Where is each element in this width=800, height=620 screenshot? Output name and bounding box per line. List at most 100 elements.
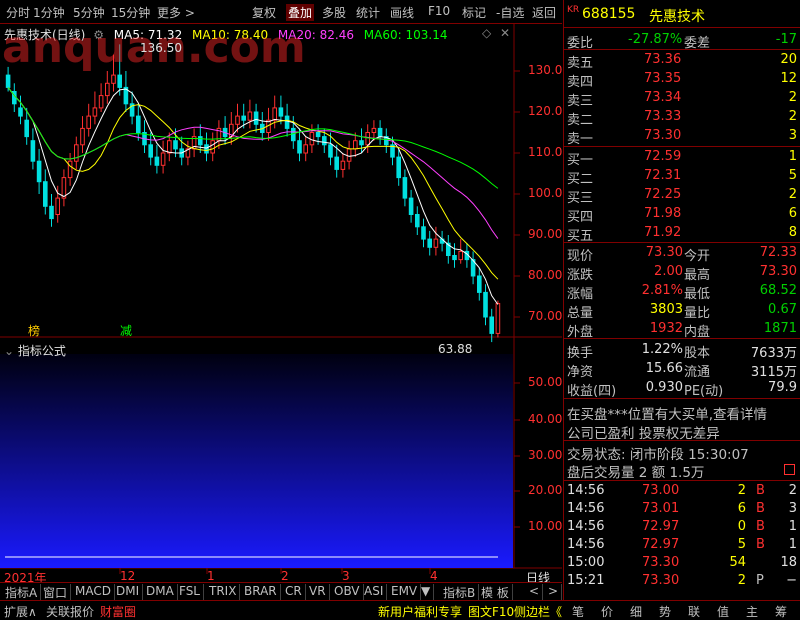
indicator-tab[interactable]: > xyxy=(545,584,563,600)
quote-value: 73.30 xyxy=(645,245,683,260)
candle-body xyxy=(173,140,178,150)
candle-body xyxy=(315,132,321,138)
candle-body xyxy=(67,160,73,179)
candle-body xyxy=(458,250,463,261)
indicator-tab[interactable]: EMV xyxy=(388,584,422,600)
marker-reduce[interactable]: 减 xyxy=(120,322,132,339)
trade-count: 18 xyxy=(780,555,797,570)
candle-body xyxy=(36,160,42,183)
footer-right-tab[interactable]: 主 xyxy=(746,603,758,620)
kline-chart-svg[interactable] xyxy=(0,24,562,582)
footer-right-tab[interactable]: 势 xyxy=(659,603,671,620)
candle-body xyxy=(396,156,401,179)
remove-watchlist-button[interactable]: -自选 xyxy=(496,4,524,21)
indicator-tab[interactable]: DMI xyxy=(113,584,144,600)
close-icon[interactable]: ✕ xyxy=(500,26,510,40)
restore-right-button[interactable]: 复权 xyxy=(252,4,276,21)
indicator-tab[interactable]: 指标B xyxy=(440,584,480,600)
indicator-tab[interactable]: 窗口 xyxy=(40,584,72,600)
ask-row: 卖四 73.35 12 xyxy=(564,69,800,90)
stats-button[interactable]: 统计 xyxy=(356,4,380,21)
footer-mid-item[interactable]: 侧边栏《 xyxy=(514,603,562,620)
ask-row: 卖二 73.33 2 xyxy=(564,107,800,128)
footer-right-tab[interactable]: 细 xyxy=(630,603,642,620)
weicha-value: -17 xyxy=(775,32,797,47)
back-button[interactable]: 返回 xyxy=(532,4,556,21)
candle-body xyxy=(408,197,414,216)
trade-volume: 54 xyxy=(729,555,746,570)
candle-body xyxy=(204,144,209,154)
indicator-tab[interactable]: OBV xyxy=(331,584,364,600)
indicator-tab[interactable]: VR xyxy=(306,584,330,600)
chevron-down-icon[interactable]: ⌄ xyxy=(4,344,14,358)
bid-price: 71.92 xyxy=(644,225,682,240)
footer-right-tab[interactable]: 价 xyxy=(601,603,613,620)
indicator-tab[interactable]: MACD xyxy=(72,584,115,600)
candle-body xyxy=(377,127,383,138)
footer-mid-item[interactable]: 图文F10 xyxy=(468,603,514,620)
candle-body xyxy=(74,144,79,162)
trade-side: B xyxy=(756,537,765,552)
diamond-icon[interactable]: ◇ xyxy=(482,26,491,40)
candle-body xyxy=(117,74,123,88)
indicator-tab[interactable]: ▼ xyxy=(418,584,435,600)
tab-timeshare[interactable]: 分时 xyxy=(6,4,30,21)
kline-chart-area[interactable]: 先惠技术(日线) ⚙ MA5: 71.32 MA10: 78.40 MA20: … xyxy=(0,22,563,585)
time-tick-label: 1 xyxy=(207,569,215,583)
indicator-tab[interactable]: FSL xyxy=(176,584,204,600)
mark-button[interactable]: 标记 xyxy=(462,4,486,21)
footer-right-tab[interactable]: 值 xyxy=(717,603,729,620)
indicator-tab[interactable]: DMA xyxy=(143,584,178,600)
tab-1min[interactable]: 1分钟 xyxy=(33,4,65,21)
footer-left-item[interactable]: 财富圈 xyxy=(100,603,136,620)
indicator-tab[interactable]: TRIX xyxy=(206,584,241,600)
fund-label: 收益(四) xyxy=(567,384,617,399)
footer-left-item[interactable]: 关联报价 xyxy=(46,603,94,620)
footer-right-tab[interactable]: 联 xyxy=(688,603,700,620)
indicator-tab[interactable]: BRAR xyxy=(241,584,281,600)
news-line-2[interactable]: 公司已盈利 投票权无差异 xyxy=(567,422,720,442)
bid-row: 买五 71.92 8 xyxy=(564,223,800,244)
tab-5min[interactable]: 5分钟 xyxy=(73,4,105,21)
fund-value: 15.66 xyxy=(645,361,683,376)
indicator-title-text: 指标公式 xyxy=(17,344,66,358)
candle-body xyxy=(328,144,333,158)
footer-left-item[interactable]: 扩展∧ xyxy=(4,603,37,620)
price-tick-label: 120.0 xyxy=(528,104,563,118)
trade-side: B xyxy=(756,519,765,534)
tab-more[interactable]: 更多 > xyxy=(157,4,195,21)
candle-body xyxy=(340,160,346,170)
multi-stock-button[interactable]: 多股 xyxy=(322,4,346,21)
trade-time: 15:00 xyxy=(567,555,605,570)
candle-body xyxy=(421,226,426,240)
candle-body xyxy=(148,144,153,158)
draw-line-button[interactable]: 画线 xyxy=(390,4,414,21)
trade-price: 73.01 xyxy=(642,501,680,516)
footer-mid-item[interactable]: 新用户福利专享 xyxy=(378,603,462,620)
candle-body xyxy=(495,302,501,334)
trade-volume: 2 xyxy=(737,573,746,588)
f10-button[interactable]: F10 xyxy=(428,4,450,18)
candle-body xyxy=(198,136,203,146)
indicator-title[interactable]: ⌄ 指标公式 xyxy=(4,342,66,359)
indicator-tab[interactable]: 模 板 xyxy=(478,584,513,600)
ask-price: 73.33 xyxy=(644,109,682,124)
stock-code: 688155 xyxy=(582,6,636,22)
indicator-tab[interactable]: ASI xyxy=(361,584,388,600)
indicator-tab[interactable]: < xyxy=(526,584,544,600)
ask-volume: 12 xyxy=(780,71,797,86)
quote-value: 3803 xyxy=(649,302,683,317)
candle-body xyxy=(241,115,246,121)
marker-bang[interactable]: 榜 xyxy=(28,322,40,339)
tab-15min[interactable]: 15分钟 xyxy=(111,4,150,21)
footer-right-tab[interactable]: 笔 xyxy=(572,603,584,620)
candle-body xyxy=(18,107,23,117)
overlay-button[interactable]: 叠加 xyxy=(286,4,315,21)
ma60-label: MA60: 103.14 xyxy=(363,28,448,42)
fund-value: 1.22% xyxy=(641,342,683,357)
indicator-tab[interactable]: CR xyxy=(282,584,306,600)
candle-body xyxy=(359,140,364,146)
trade-count: 1 xyxy=(788,519,797,534)
footer-right-tab[interactable]: 筹 xyxy=(775,603,787,620)
indicator-tab[interactable]: 指标A xyxy=(2,584,42,600)
